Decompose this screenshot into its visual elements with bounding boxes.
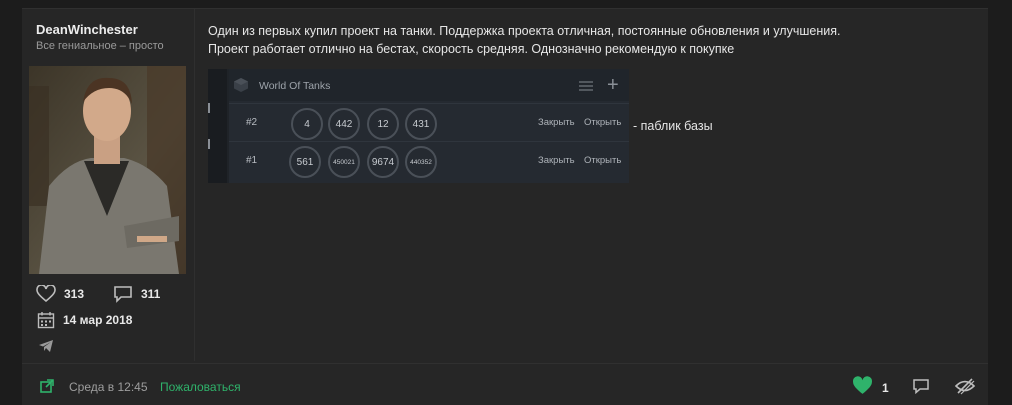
- menu-icon[interactable]: [579, 79, 593, 97]
- row-index: #2: [246, 117, 258, 128]
- open-button[interactable]: Открыть: [584, 155, 621, 166]
- embed-panel: World Of Tanks + #2 4 442 12 431 Закрыть…: [229, 69, 629, 183]
- heart-icon: [36, 285, 56, 303]
- quote-icon[interactable]: [912, 378, 930, 399]
- cube-icon: [233, 77, 249, 93]
- avatar[interactable]: [29, 66, 186, 274]
- author-joined: 14 мар 2018: [37, 311, 132, 329]
- author-title: Все гениальное – просто: [36, 40, 164, 52]
- post-line-2: Проект работает отлично на бестах, скоро…: [208, 42, 735, 56]
- chat-bubble-icon: [113, 285, 133, 303]
- like-count: 1: [882, 381, 889, 395]
- post-line-1: Один из первых купил проект на танки. По…: [208, 24, 841, 38]
- embed-row: #1 561 450021 9674 440352 Закрыть Открыт…: [229, 141, 629, 180]
- aside-caption: - паблик базы: [633, 119, 713, 133]
- embed-title: World Of Tanks: [259, 80, 331, 92]
- row-index: #1: [246, 155, 258, 166]
- messages-count: 311: [141, 287, 161, 301]
- value-circle: 442: [328, 108, 360, 140]
- joined-date: 14 мар 2018: [63, 313, 133, 327]
- likes-count: 313: [64, 287, 85, 301]
- author-messages[interactable]: 311: [113, 285, 160, 303]
- embedded-screenshot[interactable]: World Of Tanks + #2 4 442 12 431 Закрыть…: [208, 69, 629, 183]
- embed-row: #2 4 442 12 431 Закрыть Открыть: [229, 103, 629, 142]
- value-circle: 9674: [367, 146, 399, 178]
- value-circle: 440352: [405, 146, 437, 178]
- open-button[interactable]: Открыть: [584, 117, 621, 128]
- embed-header: World Of Tanks +: [229, 69, 629, 101]
- value-circle: 450021: [328, 146, 360, 178]
- footer-divider: [22, 363, 988, 364]
- post-time[interactable]: Среда в 12:45: [69, 380, 148, 394]
- post-body: Один из первых купил проект на танки. По…: [208, 22, 968, 58]
- value-circle: 561: [289, 146, 321, 178]
- calendar-icon: [37, 311, 55, 329]
- heart-icon: [852, 376, 873, 400]
- embed-left-strip: [208, 69, 227, 183]
- author-likes[interactable]: 313: [36, 285, 84, 303]
- value-circle: 4: [291, 108, 323, 140]
- value-circle: 431: [405, 108, 437, 140]
- telegram-icon[interactable]: [38, 339, 54, 358]
- author-username[interactable]: DeanWinchester: [36, 22, 138, 37]
- hide-icon[interactable]: [954, 376, 976, 401]
- external-link-icon[interactable]: [40, 379, 54, 398]
- plus-icon[interactable]: +: [607, 75, 619, 95]
- report-link[interactable]: Пожаловаться: [160, 380, 241, 394]
- value-circle: 12: [367, 108, 399, 140]
- close-button[interactable]: Закрыть: [538, 155, 575, 166]
- post-like-button[interactable]: 1: [852, 376, 889, 400]
- close-button[interactable]: Закрыть: [538, 117, 575, 128]
